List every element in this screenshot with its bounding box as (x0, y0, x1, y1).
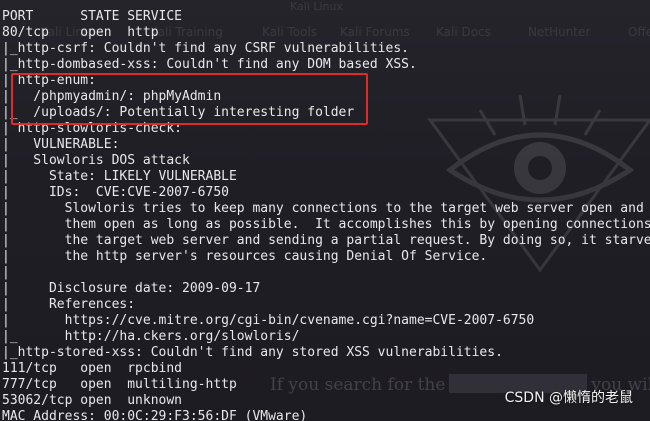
terminal-line: MAC Address: 00:0C:29:F3:56:DF (VMware) (2, 409, 308, 421)
terminal-line: 111/tcp open rpcbind (2, 361, 183, 376)
terminal-line: | them open as long as possible. It acco… (2, 217, 650, 232)
terminal-window: Kali Linux Kali Linux Kali Training Kali… (0, 0, 650, 421)
terminal-line: | VULNERABLE: (2, 137, 120, 152)
terminal-line: | IDs: CVE:CVE-2007-6750 (2, 185, 229, 200)
terminal-line: |_http-csrf: Couldn't find any CSRF vuln… (2, 41, 409, 56)
terminal-line: | the http server's resources causing De… (2, 249, 488, 264)
csdn-watermark: CSDN @懒惰的老鼠 (504, 390, 633, 406)
terminal-line: |_ http://ha.ckers.org/slowloris/ (2, 329, 300, 344)
terminal-line: | Slowloris DOS attack (2, 153, 190, 168)
terminal-line: | the target web server and sending a pa… (2, 233, 650, 248)
terminal-line: |_http-stored-xss: Couldn't find any sto… (2, 345, 503, 360)
terminal-output: PORT STATE SERVICE 80/tcp open http |_http… (2, 9, 650, 421)
terminal-line: | References: (2, 297, 136, 312)
terminal-line: | State: LIKELY VULNERABLE (2, 169, 237, 184)
http-enum-highlight-box (11, 73, 368, 125)
terminal-line: |_http-dombased-xss: Couldn't find any D… (2, 57, 417, 72)
terminal-line: | Slowloris tries to keep many connectio… (2, 201, 650, 216)
terminal-line: | (2, 265, 65, 280)
terminal-line: 80/tcp open http (2, 25, 159, 40)
terminal-line: PORT STATE SERVICE (2, 9, 183, 24)
terminal-line: | Disclosure date: 2009-09-17 (2, 281, 261, 296)
terminal-line: | https://cve.mitre.org/cgi-bin/cvename.… (2, 313, 535, 328)
